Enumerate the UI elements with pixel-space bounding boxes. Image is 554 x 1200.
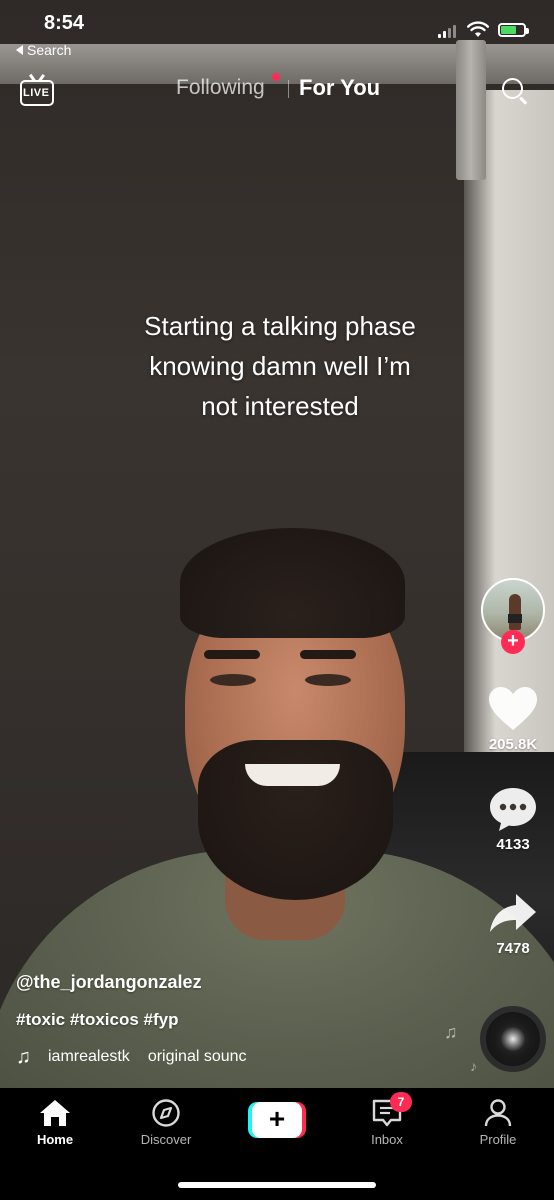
- comment-icon: [490, 788, 536, 831]
- person-icon: [484, 1099, 512, 1127]
- live-button[interactable]: LIVE: [20, 74, 54, 106]
- tab-divider: [288, 80, 289, 98]
- tab-label: Inbox: [371, 1132, 403, 1147]
- inbox-badge: 7: [390, 1092, 412, 1112]
- sound-title: original sounc: [147, 1048, 247, 1065]
- sound-artist: iamrealestk: [48, 1048, 130, 1065]
- comment-button[interactable]: 4133: [478, 786, 548, 853]
- video-person-brow: [204, 650, 260, 659]
- tab-following[interactable]: Following: [176, 76, 265, 100]
- create-video-button[interactable]: +: [248, 1102, 306, 1138]
- tab-home[interactable]: Home: [10, 1098, 100, 1147]
- video-person-hair: [180, 528, 405, 638]
- tab-label: Discover: [140, 1132, 192, 1147]
- live-label: LIVE: [23, 87, 50, 99]
- floating-music-note-icon: ♪: [470, 1058, 477, 1074]
- tab-label: Home: [36, 1132, 74, 1147]
- video-person-brow: [300, 650, 356, 659]
- back-to-search-button[interactable]: Search: [16, 42, 71, 58]
- video-player[interactable]: Starting a talking phase knowing damn we…: [0, 0, 554, 1088]
- video-person-smile: [245, 764, 340, 786]
- video-person-eye: [210, 674, 256, 686]
- sound-info[interactable]: ♫ iamrealestk original sounc: [16, 1046, 296, 1068]
- top-navigation: LIVE Following For You: [0, 66, 554, 112]
- wifi-icon: [467, 21, 489, 37]
- caption-line: not interested: [201, 391, 359, 421]
- home-icon: [40, 1100, 70, 1126]
- back-arrow-icon: [16, 45, 23, 55]
- status-time: 8:54: [44, 12, 85, 34]
- creator-username[interactable]: @the_jordangonzalez: [16, 972, 202, 993]
- bottom-tab-bar: Home Discover + 7 Inbox Profile: [0, 1088, 554, 1200]
- video-person-eye: [305, 674, 351, 686]
- share-count: 7478: [496, 940, 530, 957]
- tab-inbox[interactable]: 7 Inbox: [342, 1092, 432, 1147]
- like-count: 205.8K: [488, 736, 538, 753]
- follow-plus-icon[interactable]: +: [501, 630, 525, 654]
- battery-icon: [498, 23, 529, 37]
- battery-level: [501, 26, 517, 34]
- back-to-search-label: Search: [27, 42, 72, 58]
- caption-line: knowing damn well I’m: [149, 351, 411, 381]
- video-background-wall: [464, 90, 554, 790]
- heart-icon: [489, 687, 537, 730]
- video-caption: Starting a talking phase knowing damn we…: [60, 306, 500, 426]
- sound-disc-button[interactable]: [480, 1006, 546, 1072]
- creator-avatar-button[interactable]: +: [481, 578, 545, 656]
- new-content-dot: [272, 73, 280, 81]
- tab-profile[interactable]: Profile: [453, 1098, 543, 1147]
- home-indicator[interactable]: [178, 1182, 376, 1188]
- comment-count: 4133: [496, 836, 530, 853]
- caption-line: Starting a talking phase: [144, 311, 416, 341]
- like-button[interactable]: 205.8K: [478, 686, 548, 753]
- tab-label: Profile: [479, 1132, 517, 1147]
- plus-icon: +: [268, 1103, 286, 1134]
- tiktok-screen: Starting a talking phase knowing damn we…: [0, 0, 554, 1200]
- search-icon[interactable]: [502, 78, 530, 106]
- share-arrow-icon: [490, 894, 536, 932]
- floating-music-note-icon: ♫: [444, 1022, 458, 1042]
- sound-marquee: iamrealestk original sounc: [48, 1048, 247, 1066]
- tab-for-you[interactable]: For You: [299, 75, 380, 101]
- music-note-icon: ♫: [16, 1046, 31, 1068]
- status-bar: 8:54 Search: [0, 0, 554, 62]
- cellular-signal-icon: [438, 24, 456, 38]
- post-hashtags[interactable]: #toxic #toxicos #fyp: [16, 1010, 179, 1030]
- tab-discover[interactable]: Discover: [121, 1098, 211, 1147]
- compass-icon: [152, 1099, 180, 1127]
- share-button[interactable]: 7478: [478, 892, 548, 957]
- disc-icon: [500, 1026, 526, 1052]
